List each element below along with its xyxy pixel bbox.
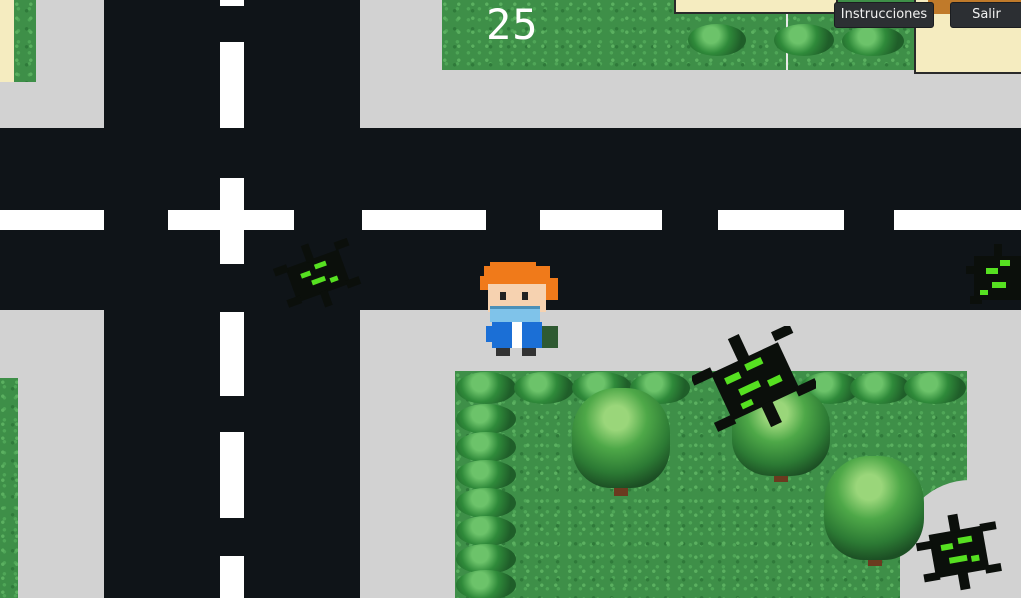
bush (842, 26, 904, 56)
bush (456, 432, 516, 462)
bush (456, 516, 516, 546)
lane-marking (220, 42, 244, 128)
bush (456, 488, 516, 518)
lane-marking (718, 210, 844, 230)
lane-marking (220, 0, 244, 6)
score-counter: 25 (486, 0, 539, 49)
exit-button[interactable]: Salir (950, 2, 1021, 28)
bush (514, 372, 574, 404)
game-canvas[interactable]: 25 Instrucciones Salir (0, 0, 1021, 598)
lane-marking (220, 312, 244, 396)
virus-enemy (915, 513, 1002, 591)
instructions-button[interactable]: Instrucciones (834, 2, 934, 28)
bush (456, 372, 516, 404)
bush (774, 24, 834, 56)
lane-marking (220, 432, 244, 518)
bush (688, 24, 746, 56)
grass-strip-top-left (14, 0, 36, 82)
bush (456, 404, 516, 434)
bush (904, 372, 966, 404)
virus-enemy (272, 238, 362, 308)
grass-strip-left (0, 378, 18, 598)
lane-marking (540, 210, 662, 230)
bush (456, 570, 516, 598)
bush (850, 372, 910, 404)
lane-marking (894, 210, 1021, 230)
building-top (674, 0, 838, 14)
tree (824, 456, 924, 560)
lane-marking (220, 556, 244, 598)
bush (456, 460, 516, 490)
lane-marking (362, 210, 486, 230)
virus-enemy (966, 244, 1021, 304)
tree (572, 388, 670, 488)
lane-marking (168, 210, 294, 230)
player-character (480, 262, 558, 356)
virus-enemy (692, 326, 816, 432)
lane-marking (0, 210, 104, 230)
